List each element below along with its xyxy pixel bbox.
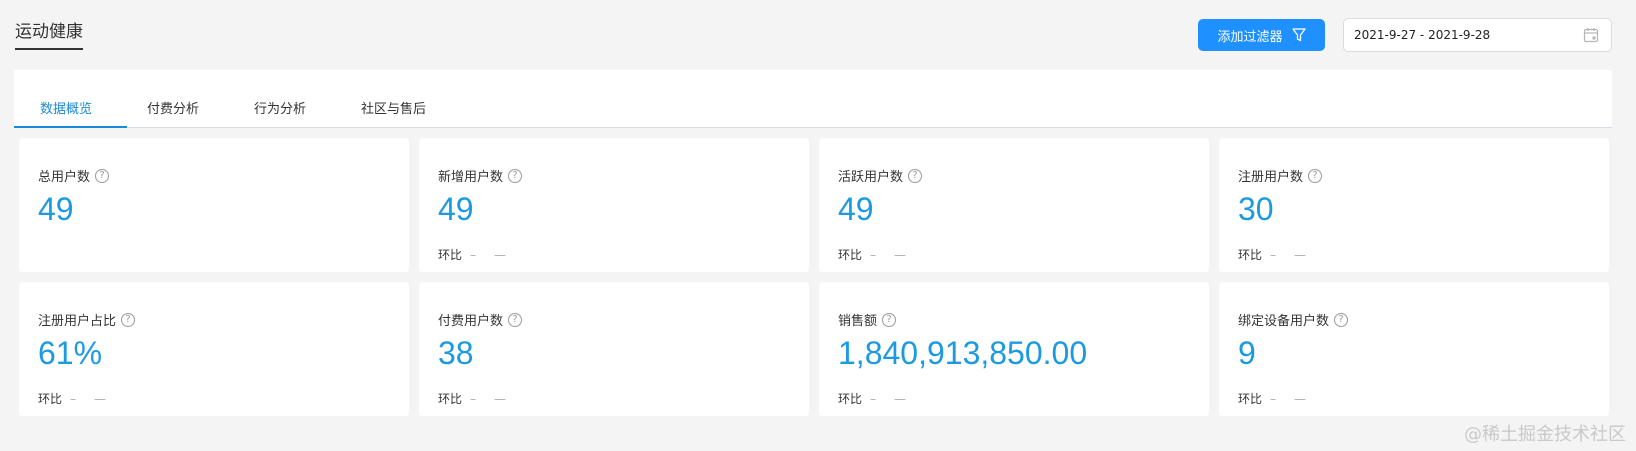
- compare-trend: —: [894, 247, 907, 262]
- stat-card-active-users: 活跃用户数 ? 49 环比 – —: [819, 138, 1209, 272]
- stat-value: 49: [838, 191, 874, 227]
- stat-label: 付费用户数 ?: [438, 310, 523, 329]
- watermark: @稀土掘金技术社区: [1464, 424, 1626, 445]
- compare-label: 环比: [38, 392, 63, 406]
- tab-data-overview[interactable]: 数据概览: [40, 98, 92, 117]
- help-icon[interactable]: ?: [1308, 168, 1323, 183]
- stat-label: 注册用户占比 ?: [38, 310, 136, 329]
- stat-compare: 环比 – —: [838, 246, 906, 263]
- compare-value: –: [870, 247, 877, 262]
- stat-compare: 环比 – —: [1238, 390, 1306, 407]
- compare-label: 环比: [438, 248, 463, 262]
- page-title: 运动健康: [15, 21, 83, 50]
- compare-trend: —: [1294, 247, 1307, 262]
- stat-compare: 环比 – —: [438, 246, 506, 263]
- help-icon[interactable]: ?: [121, 312, 136, 327]
- calendar-icon[interactable]: [1583, 27, 1599, 43]
- tabs-bar: 数据概览 付费分析 行为分析 社区与售后: [14, 70, 1612, 128]
- active-tab-indicator: [14, 126, 127, 128]
- compare-label: 环比: [1238, 392, 1263, 406]
- help-icon[interactable]: ?: [95, 168, 110, 183]
- compare-label: 环比: [438, 392, 463, 406]
- stat-label-text: 活跃用户数: [838, 170, 904, 185]
- stat-label: 绑定设备用户数 ?: [1238, 310, 1349, 329]
- stat-value: 1,840,913,850.00: [838, 335, 1088, 371]
- compare-value: –: [70, 391, 77, 406]
- stat-label: 销售额 ?: [838, 310, 897, 329]
- compare-trend: —: [494, 391, 507, 406]
- stat-compare: 环比 – —: [438, 390, 506, 407]
- date-range-picker[interactable]: 2021-9-27 - 2021-9-28: [1343, 18, 1612, 52]
- compare-value: –: [870, 391, 877, 406]
- filter-icon: [1291, 28, 1306, 42]
- stat-label-text: 总用户数: [38, 170, 91, 185]
- tab-behavior-analysis[interactable]: 行为分析: [254, 98, 306, 117]
- tab-payment-analysis[interactable]: 付费分析: [147, 98, 199, 117]
- compare-trend: —: [494, 247, 507, 262]
- stat-card-sales: 销售额 ? 1,840,913,850.00 环比 – —: [819, 282, 1209, 416]
- stat-value: 9: [1238, 335, 1256, 371]
- stat-value: 38: [438, 335, 474, 371]
- help-icon[interactable]: ?: [882, 312, 897, 327]
- add-filter-label: 添加过滤器: [1217, 29, 1283, 45]
- compare-value: –: [1270, 391, 1277, 406]
- stat-value: 49: [438, 191, 474, 227]
- compare-value: –: [470, 247, 477, 262]
- stat-label-text: 注册用户数: [1238, 170, 1304, 185]
- stat-compare: 环比 – —: [838, 390, 906, 407]
- stat-label-text: 销售额: [838, 314, 878, 329]
- date-range-value: 2021-9-27 - 2021-9-28: [1354, 28, 1491, 42]
- help-icon[interactable]: ?: [1334, 312, 1349, 327]
- stat-label: 活跃用户数 ?: [838, 166, 923, 185]
- stat-card-registered-users: 注册用户数 ? 30 环比 – —: [1219, 138, 1609, 272]
- stat-label-text: 新增用户数: [438, 170, 504, 185]
- stat-value: 61%: [38, 335, 103, 371]
- add-filter-button[interactable]: 添加过滤器: [1198, 19, 1325, 51]
- compare-trend: —: [94, 391, 107, 406]
- compare-value: –: [470, 391, 477, 406]
- stat-card-registered-ratio: 注册用户占比 ? 61% 环比 – —: [19, 282, 409, 416]
- compare-value: –: [1270, 247, 1277, 262]
- stat-compare: 环比 – —: [1238, 246, 1306, 263]
- stat-compare: 环比 – —: [38, 390, 106, 407]
- compare-label: 环比: [838, 248, 863, 262]
- stat-value: 49: [38, 191, 74, 227]
- stat-label: 新增用户数 ?: [438, 166, 523, 185]
- stat-value: 30: [1238, 191, 1274, 227]
- stat-card-total-users: 总用户数 ? 49: [19, 138, 409, 272]
- compare-label: 环比: [1238, 248, 1263, 262]
- stat-label: 注册用户数 ?: [1238, 166, 1323, 185]
- help-icon[interactable]: ?: [508, 168, 523, 183]
- compare-trend: —: [1294, 391, 1307, 406]
- stat-card-bound-device-users: 绑定设备用户数 ? 9 环比 – —: [1219, 282, 1609, 416]
- stat-label-text: 付费用户数: [438, 314, 504, 329]
- help-icon[interactable]: ?: [908, 168, 923, 183]
- stat-label-text: 注册用户占比: [38, 314, 117, 329]
- stat-label: 总用户数 ?: [38, 166, 110, 185]
- compare-trend: —: [894, 391, 907, 406]
- stat-label-text: 绑定设备用户数: [1238, 314, 1330, 329]
- tab-community-aftersales[interactable]: 社区与售后: [361, 98, 426, 117]
- help-icon[interactable]: ?: [508, 312, 523, 327]
- stat-card-paying-users: 付费用户数 ? 38 环比 – —: [419, 282, 809, 416]
- stat-card-new-users: 新增用户数 ? 49 环比 – —: [419, 138, 809, 272]
- compare-label: 环比: [838, 392, 863, 406]
